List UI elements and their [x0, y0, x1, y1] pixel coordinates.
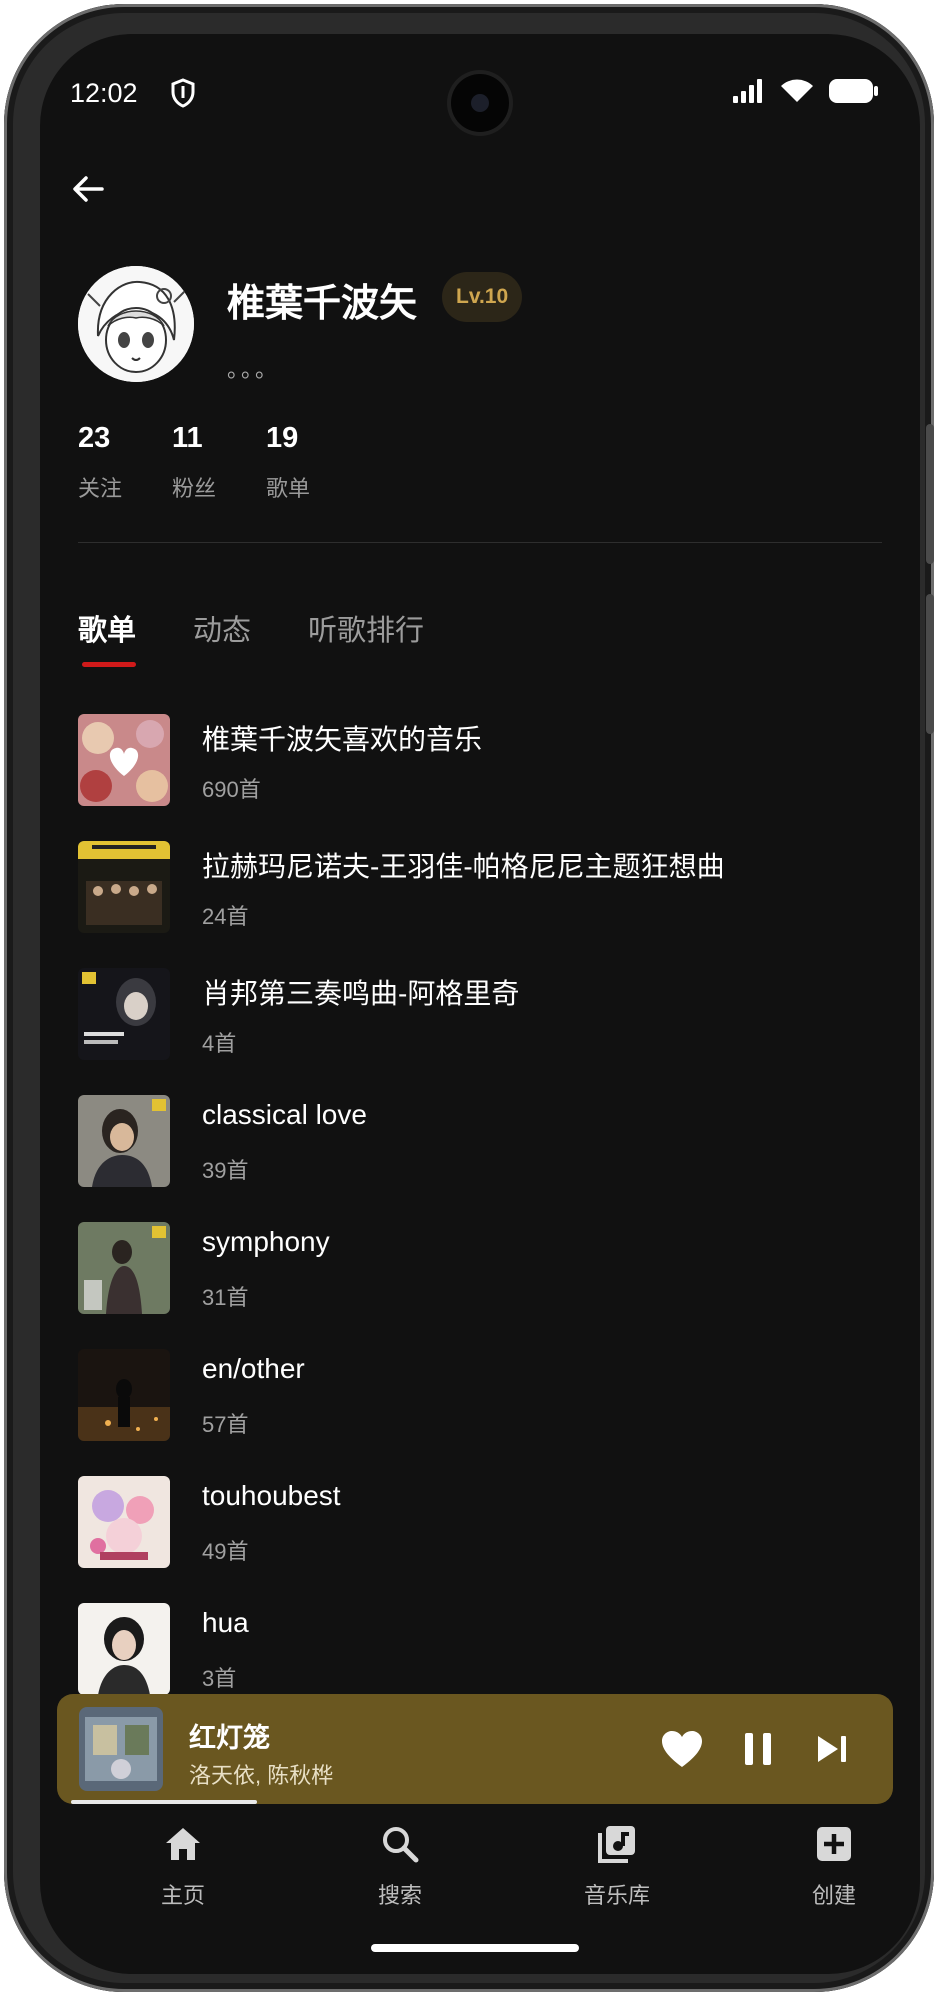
stat-followers-label: 粉丝: [172, 476, 217, 501]
playlist-count: 49首: [202, 1539, 249, 1564]
list-item[interactable]: 拉赫玛尼诺夫-王羽佳-帕格尼尼主题狂想曲 24首: [78, 841, 898, 968]
volume-button: [926, 424, 934, 564]
signature: 。。。: [227, 357, 281, 382]
nav-library-label: 音乐库: [583, 1883, 650, 1908]
skip-next-icon: [818, 1736, 846, 1762]
playlist-count: 4首: [202, 1031, 237, 1056]
arrow-left-icon: [73, 176, 104, 202]
library-icon: [598, 1826, 635, 1863]
playlist-cover: [78, 1349, 170, 1441]
power-button: [926, 594, 934, 734]
list-item[interactable]: 肖邦第三奏鸣曲-阿格里奇 4首: [78, 968, 898, 1095]
username: 椎葉千波矢: [227, 283, 418, 325]
stat-playlists-label: 歌单: [266, 476, 311, 501]
playback-progress[interactable]: [71, 1800, 879, 1804]
nav-library[interactable]: 音乐库: [517, 1824, 717, 1910]
playlist-cover: [78, 968, 170, 1060]
front-camera: [451, 74, 509, 132]
list-item[interactable]: classical love 39首: [78, 1095, 898, 1222]
playlist-count: 31首: [202, 1285, 249, 1310]
playlist-cover: [78, 1476, 170, 1568]
nav-create-label: 创建: [811, 1883, 856, 1908]
shield-icon: [170, 78, 196, 113]
signal-icon: [733, 79, 762, 103]
playlist-count: 57首: [202, 1412, 249, 1437]
playlist-title: touhoubest: [202, 1480, 341, 1511]
tab-listening-rank[interactable]: 听歌排行: [308, 607, 424, 649]
list-item[interactable]: en/other 57首: [78, 1349, 898, 1476]
add-icon: [817, 1827, 851, 1861]
stat-playlists-count: 19: [266, 422, 299, 454]
playlist-count: 3首: [202, 1666, 237, 1691]
avatar[interactable]: [78, 266, 194, 382]
home-icon: [166, 1828, 200, 1860]
list-item[interactable]: touhoubest 49首: [78, 1476, 898, 1603]
playlist-list: 椎葉千波矢喜欢的音乐 690首 拉赫玛尼诺夫-王羽佳-帕格尼尼主题狂想曲 24首…: [78, 714, 898, 1730]
playlist-cover: [78, 1603, 170, 1695]
status-time: 12:02: [70, 78, 138, 108]
search-icon: [383, 1827, 419, 1863]
playlist-title: 椎葉千波矢喜欢的音乐: [202, 724, 483, 755]
stat-following-label: 关注: [78, 476, 123, 501]
playlist-title: en/other: [202, 1353, 305, 1384]
back-button[interactable]: [68, 169, 108, 209]
bottom-nav: 主页 搜索 音乐库 创建: [40, 1824, 920, 1934]
tab-playlists[interactable]: 歌单: [78, 607, 136, 649]
nav-create[interactable]: 创建: [734, 1824, 920, 1910]
stat-followers-count: 11: [172, 422, 203, 454]
list-item[interactable]: 椎葉千波矢喜欢的音乐 690首: [78, 714, 898, 841]
playlist-cover: [78, 841, 170, 933]
tab-activity[interactable]: 动态: [193, 607, 251, 649]
nav-search-label: 搜索: [377, 1883, 422, 1908]
nav-home[interactable]: 主页: [83, 1824, 283, 1910]
tab-indicator: [82, 662, 136, 667]
battery-icon: [829, 79, 878, 103]
playlist-count: 39首: [202, 1158, 249, 1183]
home-indicator[interactable]: [371, 1944, 579, 1952]
phone-frame: 12:02 椎葉千波矢 Lv.10 。。。 23 关注 11 粉丝 19 歌单 …: [4, 4, 934, 1992]
stat-followers[interactable]: 11 粉丝: [172, 422, 216, 503]
wifi-icon: [781, 79, 813, 102]
stat-following[interactable]: 23 关注: [78, 422, 122, 503]
playlist-title: 肖邦第三奏鸣曲-阿格里奇: [202, 978, 520, 1009]
nav-home-label: 主页: [160, 1883, 205, 1908]
divider: [78, 542, 882, 543]
playlist-title: symphony: [202, 1226, 330, 1257]
mini-player[interactable]: 红灯笼 洛天依, 陈秋桦: [57, 1694, 893, 1804]
now-playing-cover: [79, 1707, 163, 1791]
pause-button[interactable]: [733, 1724, 783, 1774]
level-badge: Lv.10: [442, 272, 523, 322]
song-artist: 洛天依, 陈秋桦: [189, 1763, 334, 1788]
stat-playlists[interactable]: 19 歌单: [266, 422, 310, 503]
playlist-count: 24首: [202, 904, 249, 929]
next-button[interactable]: [807, 1724, 857, 1774]
system-icons: [732, 78, 880, 104]
playlist-count: 690首: [202, 777, 261, 802]
pause-icon: [745, 1733, 771, 1765]
list-item[interactable]: symphony 31首: [78, 1222, 898, 1349]
playlist-title: 拉赫玛尼诺夫-王羽佳-帕格尼尼主题狂想曲: [202, 851, 725, 882]
playlist-cover: [78, 714, 170, 806]
playlist-title: classical love: [202, 1099, 367, 1130]
playlist-cover: [78, 1222, 170, 1314]
heart-icon: [662, 1731, 702, 1767]
playlist-cover: [78, 1095, 170, 1187]
progress-fill: [71, 1800, 257, 1804]
like-button[interactable]: [657, 1724, 707, 1774]
nav-search[interactable]: 搜索: [300, 1824, 500, 1910]
song-title: 红灯笼: [189, 1723, 270, 1753]
screen: 12:02 椎葉千波矢 Lv.10 。。。 23 关注 11 粉丝 19 歌单 …: [40, 34, 920, 1974]
stat-following-count: 23: [78, 422, 111, 454]
playlist-title: hua: [202, 1607, 249, 1638]
